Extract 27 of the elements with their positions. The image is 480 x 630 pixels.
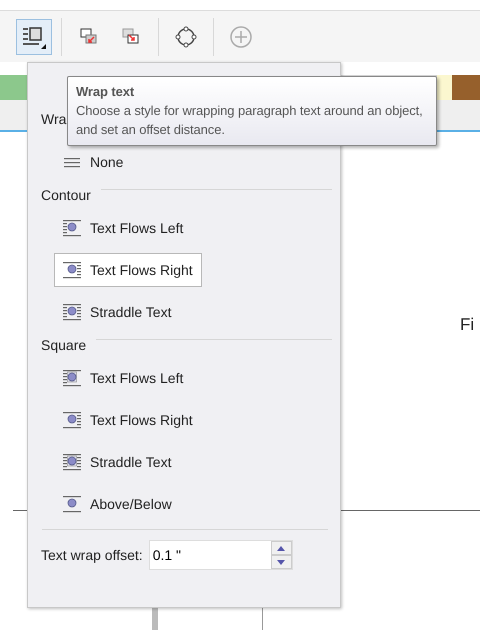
text-left-icon <box>62 368 82 388</box>
text-above-below-icon <box>62 494 82 514</box>
toolbar-button[interactable] <box>16 18 52 54</box>
text-left-icon <box>62 218 82 238</box>
section-title: Square <box>41 337 86 353</box>
menu-item[interactable]: Straddle Text <box>54 295 180 329</box>
menu-item[interactable]: Text Flows Right <box>54 403 202 437</box>
text-right-icon <box>62 260 82 280</box>
node-circle-icon <box>174 24 198 48</box>
menu-item[interactable]: Text Flows Right <box>54 253 202 287</box>
add-icon <box>229 24 253 48</box>
menu-item[interactable]: Above/Below <box>54 487 181 521</box>
color-swatch[interactable] <box>0 75 27 100</box>
tooltip-text: Choose a style for wrapping paragraph text around an object, and set an offset distance. <box>76 102 424 139</box>
menu-item[interactable]: Text Flows Left <box>54 361 192 395</box>
section-title: Contour <box>41 187 91 203</box>
color-swatch[interactable] <box>452 75 480 100</box>
offset-label: Text wrap offset: <box>41 547 143 563</box>
canvas-text: Fi <box>460 315 474 335</box>
menu-item[interactable]: Straddle Text <box>54 445 180 479</box>
color-swatch[interactable] <box>437 75 452 100</box>
text-around-icon <box>62 302 82 322</box>
tooltip-title: Wrap text <box>76 83 136 101</box>
menu-item[interactable]: Text Flows Left <box>54 211 192 245</box>
menu-header: Wra <box>41 111 66 127</box>
text-right-icon <box>62 410 82 430</box>
text-around-icon <box>62 452 82 472</box>
